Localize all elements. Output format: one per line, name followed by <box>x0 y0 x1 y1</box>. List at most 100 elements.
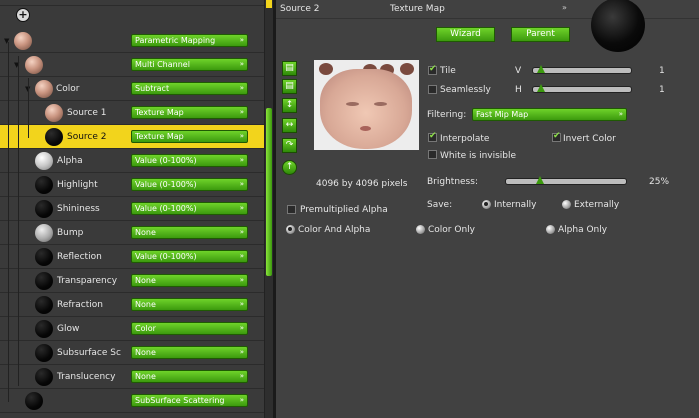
tree-row-label: Color <box>56 84 80 94</box>
tree-row[interactable]: Subsurface Sc None » <box>0 341 264 365</box>
filtering-value: Fast Mip Map <box>476 110 529 119</box>
interpolate-label: Interpolate <box>440 134 490 144</box>
chevron-down-icon: » <box>239 276 244 284</box>
tree-row[interactable]: Shininess Value (0-100%) » <box>0 197 264 221</box>
channel-type-dropdown[interactable]: Value (0-100%) » <box>131 178 248 191</box>
material-ball-icon <box>35 296 53 314</box>
tree-row[interactable]: ▼ Multi Channel» <box>0 53 264 77</box>
v-label: V <box>515 66 522 76</box>
channel-type-value: SubSurface Scattering <box>135 396 225 405</box>
tree-row[interactable]: Translucency None » <box>0 365 264 389</box>
tree-row[interactable]: Refraction None » <box>0 293 264 317</box>
externally-label: Externally <box>574 200 620 210</box>
tree-row[interactable]: Alpha Value (0-100%) » <box>0 149 264 173</box>
channel-type-dropdown[interactable]: Color » <box>131 322 248 335</box>
externally-radio[interactable] <box>562 200 571 209</box>
tree-row[interactable]: Transparency None » <box>0 269 264 293</box>
tree-row-label: Shininess <box>57 204 100 214</box>
tree-row-label: Source 1 <box>67 108 107 118</box>
channel-type-value: None <box>135 300 156 309</box>
filtering-dropdown[interactable]: Fast Mip Map » <box>472 108 627 121</box>
material-ball-icon <box>35 248 53 266</box>
rotate-icon[interactable]: ↷ <box>282 138 297 153</box>
color-only-radio[interactable] <box>416 225 425 234</box>
channel-type-dropdown[interactable]: None » <box>131 346 248 359</box>
tile-checkbox[interactable] <box>428 64 437 75</box>
channel-type-dropdown[interactable]: Multi Channel » <box>131 58 248 71</box>
scrollbar-thumb[interactable] <box>266 108 272 276</box>
material-ball-icon <box>35 176 53 194</box>
seamlessly-label: Seamlessly <box>440 85 491 95</box>
tree-scrollbar[interactable] <box>264 0 273 418</box>
channel-type-value: Value (0-100%) <box>135 180 197 189</box>
channel-type-dropdown[interactable]: Value (0-100%) » <box>131 154 248 167</box>
tree-row-label: Reflection <box>57 252 102 262</box>
brightness-label: Brightness: <box>427 177 478 187</box>
add-node-icon[interactable]: + <box>16 8 30 22</box>
tree-row[interactable]: Source 2 Texture Map » <box>0 125 264 149</box>
channel-type-dropdown[interactable]: None » <box>131 298 248 311</box>
premultiplied-alpha-checkbox[interactable] <box>287 205 296 214</box>
channel-type-dropdown[interactable]: None » <box>131 226 248 239</box>
material-ball-icon <box>45 128 63 146</box>
tree-row[interactable]: Reflection Value (0-100%) » <box>0 245 264 269</box>
shader-preview-ball <box>591 0 645 52</box>
channel-type-dropdown[interactable]: Parametric Mapping » <box>131 34 248 47</box>
material-ball-icon <box>25 392 43 410</box>
chevron-down-icon: » <box>239 348 244 356</box>
preview-ear-left <box>319 63 333 75</box>
channel-type-value: Texture Map <box>135 132 184 141</box>
preview-face <box>320 69 412 149</box>
white-invisible-checkbox[interactable] <box>428 150 437 159</box>
texture-preview[interactable] <box>314 60 419 150</box>
tree-row[interactable]: Bump None » <box>0 221 264 245</box>
channel-type-value: None <box>135 276 156 285</box>
seamlessly-checkbox[interactable] <box>428 85 437 94</box>
filtering-label: Filtering: <box>427 110 467 120</box>
channel-type-value: Parametric Mapping <box>135 36 216 45</box>
tree-row[interactable]: ▼ Parametric Mapping» <box>0 29 264 53</box>
wizard-button[interactable]: Wizard <box>436 27 495 42</box>
preview-ear-right <box>400 63 414 75</box>
tree-row[interactable]: Highlight Value (0-100%) » <box>0 173 264 197</box>
tree-row[interactable]: Source 1 Texture Map » <box>0 101 264 125</box>
chevron-down-icon: » <box>239 372 244 380</box>
material-ball-icon <box>35 80 53 98</box>
internally-radio[interactable] <box>482 200 491 209</box>
parent-button[interactable]: Parent <box>511 27 570 42</box>
channel-type-dropdown[interactable]: Texture Map » <box>131 106 248 119</box>
alpha-only-radio[interactable] <box>546 225 555 234</box>
channel-type-dropdown[interactable]: SubSurface Scattering » <box>131 394 248 407</box>
up-arrow-icon[interactable]: ↑ <box>282 160 297 175</box>
invert-color-checkbox[interactable] <box>552 131 561 142</box>
tree-row[interactable]: SubSurface Scattering » <box>0 389 264 413</box>
channel-type-value: Value (0-100%) <box>135 204 197 213</box>
brightness-slider[interactable] <box>505 176 627 185</box>
color-and-alpha-radio[interactable] <box>286 225 295 234</box>
material-ball-icon <box>35 152 53 170</box>
v-slider[interactable] <box>532 65 632 74</box>
chevron-down-icon: » <box>239 132 244 140</box>
chevron-down-icon: » <box>239 108 244 116</box>
tile-label: Tile <box>440 66 456 76</box>
open-folder-icon[interactable]: ▤ <box>282 61 297 76</box>
save-folder-icon[interactable]: ▤ <box>282 79 297 94</box>
channel-type-dropdown[interactable]: Subtract » <box>131 82 248 95</box>
h-slider[interactable] <box>532 84 632 93</box>
channel-type-dropdown[interactable]: Value (0-100%) » <box>131 250 248 263</box>
h-value: 1 <box>659 85 665 95</box>
tree-row[interactable]: Glow Color » <box>0 317 264 341</box>
interpolate-checkbox[interactable] <box>428 131 437 142</box>
shader-tree: + ▼Parametric Mapping»▼Multi Channel»▼Co… <box>0 0 264 418</box>
channel-type-dropdown[interactable]: None » <box>131 274 248 287</box>
collapse-chevron-icon[interactable]: » <box>562 3 567 12</box>
tree-row[interactable]: ▼ColorSubtract» <box>0 77 264 101</box>
chevron-down-icon: » <box>239 228 244 236</box>
color-and-alpha-label: Color And Alpha <box>298 225 371 235</box>
channel-type-value: Value (0-100%) <box>135 252 197 261</box>
channel-type-dropdown[interactable]: Value (0-100%) » <box>131 202 248 215</box>
vertical-flip-icon[interactable]: ↕ <box>282 98 297 113</box>
horizontal-flip-icon[interactable]: ↔ <box>282 118 297 133</box>
channel-type-dropdown[interactable]: None » <box>131 370 248 383</box>
channel-type-dropdown[interactable]: Texture Map » <box>131 130 248 143</box>
